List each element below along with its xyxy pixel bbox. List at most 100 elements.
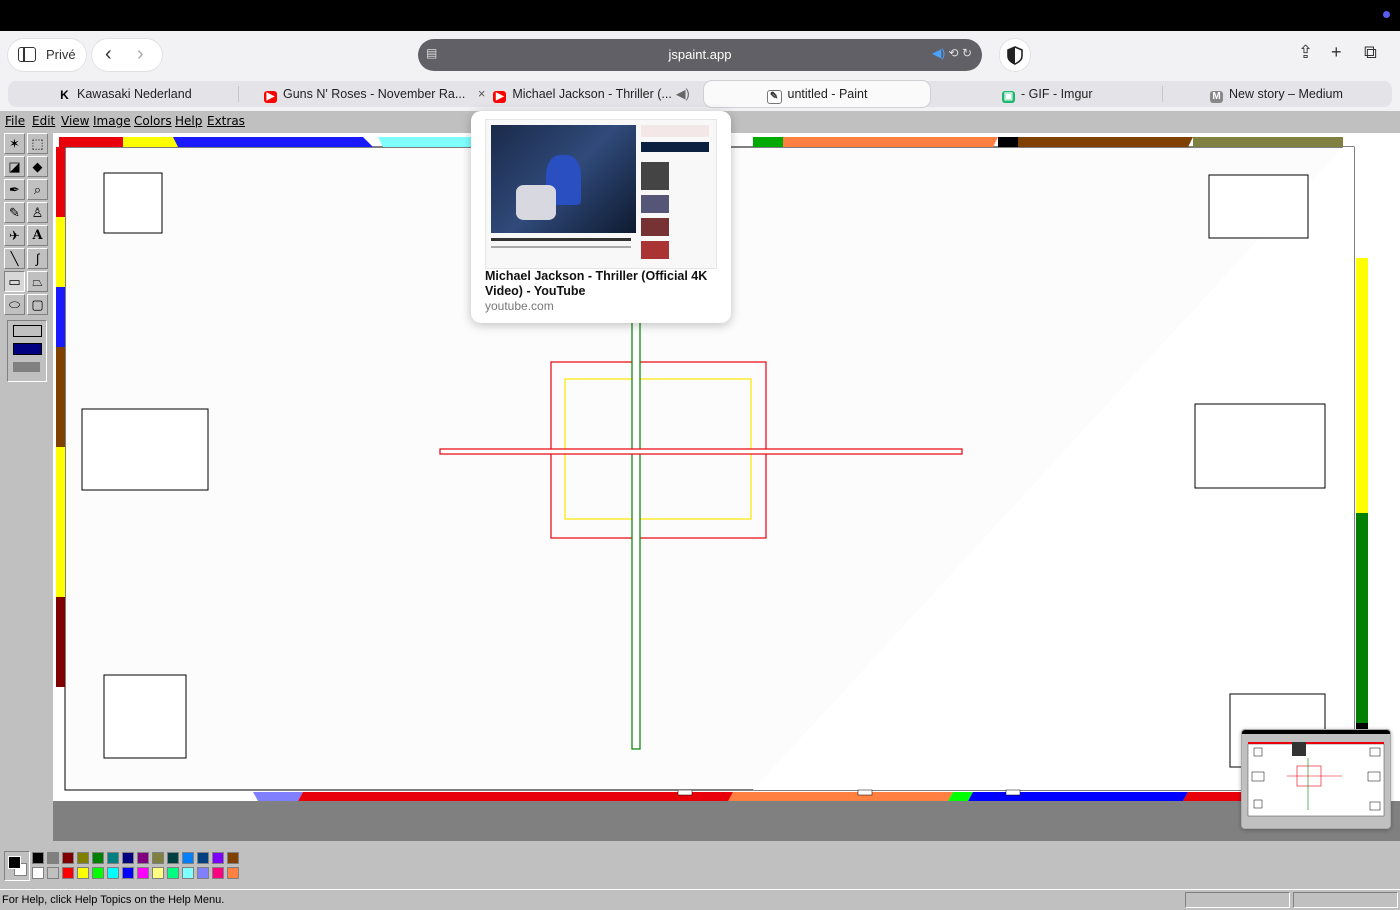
- color-swatch[interactable]: [167, 867, 179, 879]
- preview-title: Michael Jackson - Thriller (Official 4K …: [485, 269, 708, 298]
- color-swatch[interactable]: [212, 852, 224, 864]
- airbrush-tool[interactable]: ✈: [4, 225, 25, 246]
- color-palette: [4, 851, 244, 883]
- line-tool[interactable]: ╲: [4, 248, 25, 269]
- tab-guns-n-roses[interactable]: ▶ Guns N' Roses - November Ra...: [264, 81, 469, 107]
- preview-url: youtube.com: [485, 299, 554, 313]
- menu-view[interactable]: View: [61, 114, 89, 128]
- magnifier-tool[interactable]: ⌕: [27, 179, 48, 200]
- tab-overview-icon[interactable]: ⧉: [1364, 42, 1377, 63]
- close-tab-icon[interactable]: ×: [478, 87, 485, 101]
- current-colors[interactable]: [4, 851, 30, 881]
- tab-label: - GIF - Imgur: [1021, 87, 1093, 101]
- forward-button[interactable]: ›: [137, 44, 144, 64]
- tab-label: untitled - Paint: [787, 87, 868, 101]
- color-swatch[interactable]: [152, 852, 164, 864]
- color-swatch[interactable]: [107, 852, 119, 864]
- toolbox: ✶ ⬚ ◪ ◆ ✒ ⌕ ✎ ♙ ✈ A ╲ ∫ ▭ ⏢ ⬭ ▢: [2, 133, 52, 383]
- fill-style-options: [7, 320, 47, 382]
- tab-label: Guns N' Roses - November Ra...: [283, 87, 466, 101]
- text-tool[interactable]: A: [27, 225, 48, 246]
- fill-only-option[interactable]: [13, 362, 40, 372]
- outline-fill-option[interactable]: [13, 343, 42, 355]
- color-swatch[interactable]: [92, 852, 104, 864]
- color-swatch[interactable]: [137, 867, 149, 879]
- color-swatch[interactable]: [152, 867, 164, 879]
- color-swatch[interactable]: [62, 867, 74, 879]
- color-picker-tool[interactable]: ✒: [4, 179, 25, 200]
- sidebar-icon: [18, 47, 36, 62]
- imgur-icon: ▣: [1002, 91, 1015, 103]
- color-swatch[interactable]: [182, 867, 194, 879]
- youtube-icon: ▶: [493, 91, 507, 103]
- color-swatch[interactable]: [137, 852, 149, 864]
- menu-extras[interactable]: Extras: [207, 114, 245, 128]
- tab-imgur[interactable]: ▣ - GIF - Imgur: [1002, 81, 1152, 107]
- url-text: jspaint.app: [668, 47, 732, 62]
- status-position-cell: [1185, 892, 1290, 908]
- share-icon[interactable]: ⇪: [1298, 42, 1313, 63]
- rectangle-tool[interactable]: ▭: [4, 271, 25, 292]
- reload-icon[interactable]: ◀) ⟲ ↻: [932, 46, 972, 60]
- pencil-tool[interactable]: ✎: [4, 202, 25, 223]
- color-swatch[interactable]: [32, 867, 44, 879]
- menu-help[interactable]: Help: [175, 114, 202, 128]
- polygon-tool[interactable]: ⏢: [27, 271, 48, 292]
- tab-preview-card[interactable]: Michael Jackson - Thriller (Official 4K …: [471, 111, 731, 323]
- color-swatch[interactable]: [167, 852, 179, 864]
- foreground-color-swatch: [8, 856, 21, 869]
- color-swatch[interactable]: [62, 852, 74, 864]
- privacy-shield-button[interactable]: [1000, 39, 1030, 71]
- navigation-buttons: ‹ ›: [92, 39, 162, 71]
- free-form-select-tool[interactable]: ✶: [4, 133, 25, 154]
- outline-only-option[interactable]: [13, 325, 42, 337]
- tab-medium[interactable]: M New story – Medium: [1210, 81, 1380, 107]
- menu-edit[interactable]: Edit: [32, 114, 55, 128]
- tab-bar: K Kawasaki Nederland ▶ Guns N' Roses - Nov…: [8, 81, 1392, 107]
- profile-label: Privé: [46, 47, 76, 62]
- sidebar-toggle-button[interactable]: Privé: [8, 39, 86, 71]
- color-swatch[interactable]: [122, 852, 134, 864]
- curve-tool[interactable]: ∫: [27, 248, 48, 269]
- color-swatch[interactable]: [122, 867, 134, 879]
- eraser-tool[interactable]: ◪: [4, 156, 25, 177]
- color-swatch[interactable]: [77, 867, 89, 879]
- tab-michael-jackson[interactable]: × ▶ Michael Jackson - Thriller (... ◀): [478, 81, 700, 107]
- color-swatch[interactable]: [212, 867, 224, 879]
- color-swatch[interactable]: [227, 867, 239, 879]
- color-swatch[interactable]: [197, 852, 209, 864]
- color-swatch[interactable]: [107, 867, 119, 879]
- color-swatch[interactable]: [32, 852, 44, 864]
- color-swatch[interactable]: [182, 852, 194, 864]
- tab-kawasaki[interactable]: K Kawasaki Nederland: [58, 81, 238, 107]
- medium-icon: M: [1210, 91, 1223, 103]
- menu-colors[interactable]: Colors: [134, 114, 172, 128]
- browser-toolbar: Privé ‹ › ▤ jspaint.app ◀) ⟲ ↻ ⇪ + ⧉: [0, 31, 1400, 81]
- tab-label: Kawasaki Nederland: [77, 87, 192, 101]
- back-button[interactable]: ‹: [105, 44, 112, 64]
- brush-tool[interactable]: ♙: [27, 202, 48, 223]
- color-swatch[interactable]: [92, 867, 104, 879]
- address-bar[interactable]: ▤ jspaint.app ◀) ⟲ ↻: [418, 39, 982, 71]
- screenshot-thumbnail[interactable]: [1241, 729, 1391, 829]
- ellipse-tool[interactable]: ⬭: [4, 294, 25, 315]
- new-tab-button[interactable]: +: [1331, 42, 1342, 63]
- color-swatch[interactable]: [47, 852, 59, 864]
- kawasaki-icon: K: [60, 88, 69, 102]
- menu-file[interactable]: File: [5, 114, 25, 128]
- tab-paint[interactable]: ✎ untitled - Paint: [704, 81, 930, 107]
- youtube-icon: ▶: [264, 91, 277, 103]
- status-size-cell: [1293, 892, 1398, 908]
- system-bar: [0, 0, 1400, 31]
- tab-label: New story – Medium: [1229, 87, 1343, 101]
- audio-playing-icon[interactable]: ◀): [676, 87, 690, 101]
- color-swatch[interactable]: [197, 867, 209, 879]
- fill-tool[interactable]: ◆: [27, 156, 48, 177]
- tab-label: Michael Jackson - Thriller (...: [512, 87, 672, 101]
- rounded-rectangle-tool[interactable]: ▢: [27, 294, 48, 315]
- color-swatch[interactable]: [77, 852, 89, 864]
- menu-image[interactable]: Image: [93, 114, 131, 128]
- color-swatch[interactable]: [227, 852, 239, 864]
- color-swatch[interactable]: [47, 867, 59, 879]
- select-tool[interactable]: ⬚: [27, 133, 48, 154]
